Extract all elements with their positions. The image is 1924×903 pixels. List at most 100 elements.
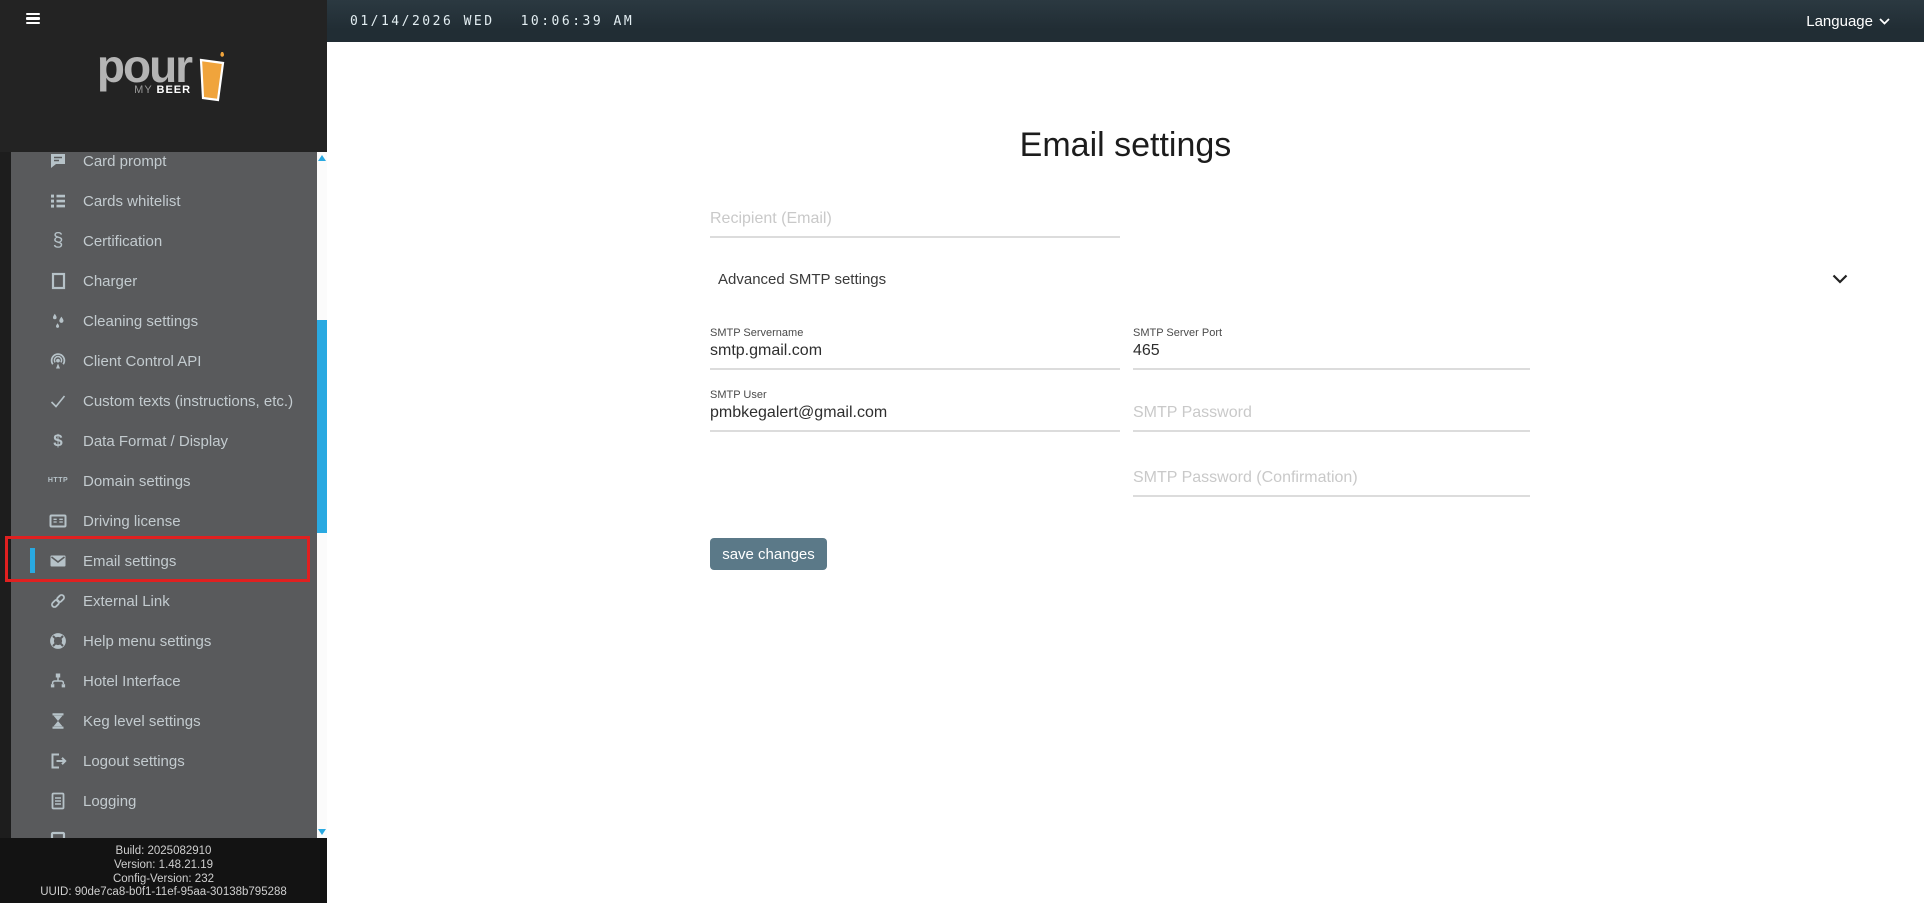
logging-icon: [48, 791, 68, 811]
smtp-servername-input[interactable]: [710, 340, 1120, 368]
sidebar-item-label: Charger: [83, 272, 138, 290]
sidebar-item-label: Certification: [83, 232, 163, 250]
recipient-email-field-wrap: [710, 198, 1120, 238]
active-item-indicator: [30, 548, 35, 573]
sidebar-item-label: Email settings: [83, 552, 177, 570]
custom-texts-icon: [48, 391, 68, 411]
sidebar-item-label: Cards whitelist: [83, 192, 181, 210]
sidebar-item-partial[interactable]: [11, 821, 317, 838]
sidebar-item-logging[interactable]: Logging: [11, 781, 317, 821]
sidebar-item-email-settings[interactable]: Email settings: [11, 541, 317, 581]
sidebar-item-label: Cleaning settings: [83, 312, 199, 330]
sidebar-item-label: Card prompt: [83, 152, 167, 170]
smtp-server-port-input[interactable]: [1133, 340, 1530, 368]
build-info: Build: 2025082910: [115, 845, 212, 857]
sidebar-item-keg-level[interactable]: Keg level settings: [11, 701, 317, 741]
sidebar-item-data-format[interactable]: $ Data Format / Display: [11, 421, 317, 461]
sidebar-item-custom-texts[interactable]: Custom texts (instructions, etc.): [11, 381, 317, 421]
logout-settings-icon: [48, 751, 68, 771]
sidebar-item-client-control-api[interactable]: Client Control API: [11, 341, 317, 381]
advanced-smtp-label: Advanced SMTP settings: [718, 270, 887, 288]
smtp-server-port-field-wrap: SMTP Server Port: [1133, 325, 1530, 370]
smtp-user-field-wrap: SMTP User: [710, 387, 1120, 432]
sidebar-item-label: Driving license: [83, 512, 181, 530]
top-bar: 01/14/2026 WED 10:06:39 AM Language: [327, 0, 1924, 42]
advanced-smtp-collapse-button[interactable]: [1830, 270, 1850, 289]
hamburger-menu-icon[interactable]: [26, 13, 40, 25]
logo-beer: BEER: [156, 84, 192, 96]
smtp-user-input[interactable]: [710, 402, 1120, 430]
sidebar-item-charger[interactable]: Charger: [11, 261, 317, 301]
main-content: Email settings Advanced SMTP settings SM…: [327, 42, 1924, 903]
sidebar-item-label: Domain settings: [83, 472, 191, 490]
page-title: Email settings: [1019, 126, 1232, 164]
smtp-password-confirmation-field-wrap: [1133, 452, 1530, 497]
smtp-servername-field-wrap: SMTP Servername: [710, 325, 1120, 370]
sidebar-item-label: Logging: [83, 792, 137, 810]
smtp-password-input[interactable]: [1133, 402, 1530, 430]
sidebar-item-external-link[interactable]: External Link: [11, 581, 317, 621]
pourmybeer-logo: pour MY BEER: [0, 40, 327, 104]
smtp-server-port-label: SMTP Server Port: [1133, 327, 1223, 339]
sidebar-item-driving-license[interactable]: Driving license: [11, 501, 317, 541]
sidebar-item-label: Hotel Interface: [83, 672, 181, 690]
keg-level-icon: [48, 711, 68, 731]
beer-glass-icon: [199, 52, 225, 102]
language-label: Language: [1806, 12, 1873, 30]
driving-license-icon: [48, 511, 68, 531]
sidebar-item-label: Data Format / Display: [83, 432, 229, 450]
sidebar-item-label: External Link: [83, 592, 170, 610]
sidebar-scrollbar[interactable]: [317, 152, 327, 838]
sidebar-header: pour MY BEER: [0, 0, 327, 152]
scroll-down-arrow-icon[interactable]: [317, 826, 327, 838]
partial-item-icon: [48, 831, 68, 838]
sidebar-item-label: Custom texts (instructions, etc.): [83, 392, 294, 410]
smtp-user-label: SMTP User: [710, 389, 767, 401]
smtp-password-confirmation-input[interactable]: [1133, 467, 1530, 495]
sidebar-item-label: Keg level settings: [83, 712, 201, 730]
scroll-up-arrow-icon[interactable]: [317, 152, 327, 164]
logo-word: pour: [96, 40, 193, 92]
sidebar-item-label: Logout settings: [83, 752, 185, 770]
logo-my: MY: [134, 84, 153, 96]
date-text: 01/14/2026 WED: [350, 13, 495, 29]
language-menu[interactable]: Language: [1806, 13, 1890, 30]
chevron-down-icon: [1832, 274, 1848, 284]
external-link-icon: [48, 591, 68, 611]
help-menu-icon: [48, 631, 68, 651]
save-changes-button[interactable]: save changes: [710, 538, 827, 570]
smtp-servername-label: SMTP Servername: [710, 327, 804, 339]
sidebar-item-cleaning-settings[interactable]: Cleaning settings: [11, 301, 317, 341]
cleaning-settings-icon: [48, 311, 68, 331]
charger-icon: [48, 271, 68, 291]
time-text: 10:06:39 AM: [520, 13, 635, 29]
cards-whitelist-icon: [48, 191, 68, 211]
version-info: Version: 1.48.21.19: [113, 858, 214, 871]
sidebar-item-certification[interactable]: § Certification: [11, 221, 317, 261]
sidebar-item-domain-settings[interactable]: HTTP Domain settings: [11, 461, 317, 501]
email-settings-icon: [48, 551, 68, 571]
sidebar-item-help-menu[interactable]: Help menu settings: [11, 621, 317, 661]
chevron-down-icon: [1879, 17, 1890, 25]
data-format-icon: $: [53, 431, 63, 450]
hotel-interface-icon: [48, 671, 68, 691]
advanced-smtp-section: Advanced SMTP settings: [718, 269, 1850, 289]
sidebar-item-label: Client Control API: [83, 352, 202, 370]
recipient-email-input[interactable]: [710, 208, 1120, 236]
domain-settings-icon: HTTP: [47, 477, 69, 484]
sidebar-footer: Build: 2025082910 Version: 1.48.21.19 Co…: [0, 838, 327, 903]
certification-icon: §: [52, 230, 64, 251]
uuid-info: UUID: 90de7ca8-b0f1-11ef-95aa-30138b7952…: [40, 886, 287, 899]
client-control-api-icon: [48, 351, 68, 371]
sidebar-menu: Card prompt Cards whitelist § Certificat…: [0, 152, 327, 838]
sidebar-item-card-prompt[interactable]: Card prompt: [11, 152, 317, 181]
config-version-info: Config-Version: 232: [112, 872, 214, 885]
smtp-password-field-wrap: [1133, 387, 1530, 432]
sidebar-item-label: Help menu settings: [83, 632, 212, 650]
scrollbar-thumb[interactable]: [317, 320, 327, 533]
sidebar-item-hotel-interface[interactable]: Hotel Interface: [11, 661, 317, 701]
card-prompt-icon: [48, 152, 68, 171]
datetime-display: 01/14/2026 WED 10:06:39 AM: [350, 14, 634, 29]
sidebar-item-cards-whitelist[interactable]: Cards whitelist: [11, 181, 317, 221]
sidebar-item-logout-settings[interactable]: Logout settings: [11, 741, 317, 781]
